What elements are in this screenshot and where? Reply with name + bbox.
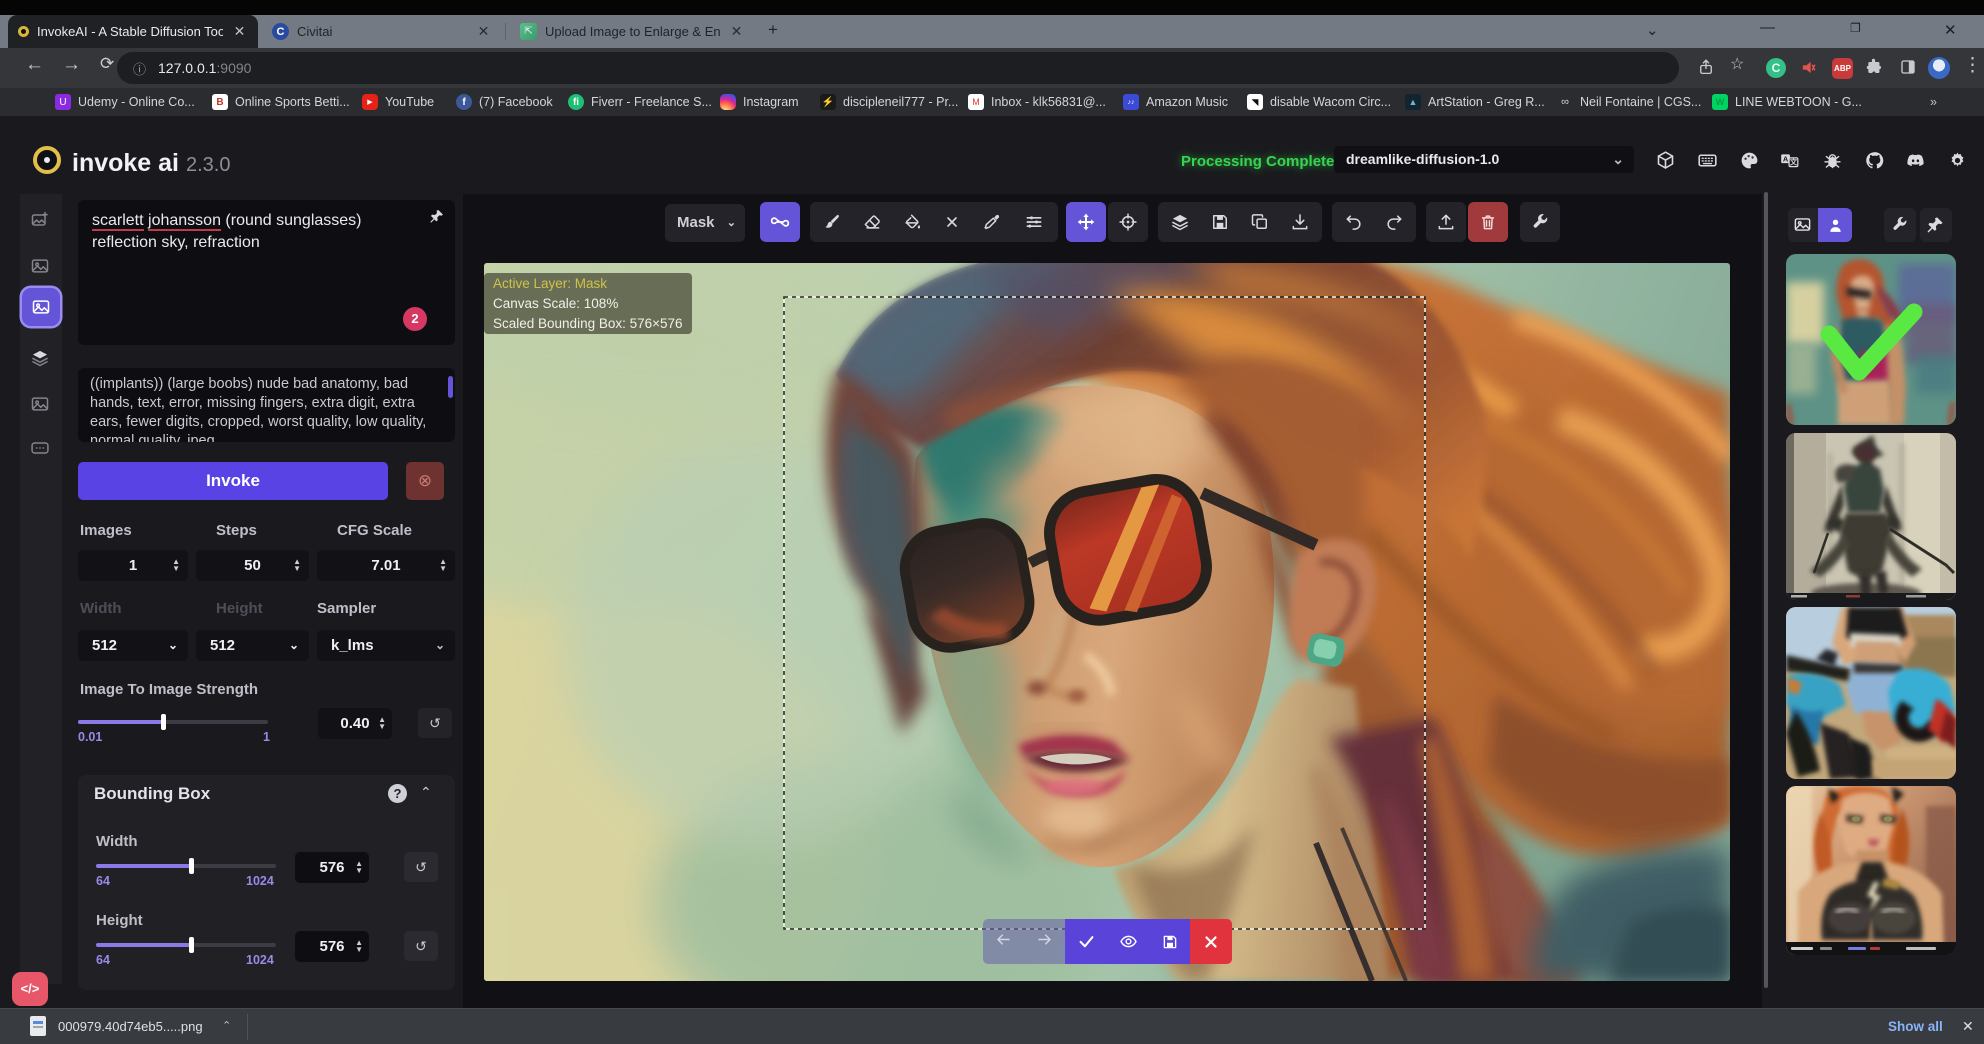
svg-text:A: A	[1783, 154, 1789, 163]
svg-text:文: 文	[1790, 157, 1798, 167]
